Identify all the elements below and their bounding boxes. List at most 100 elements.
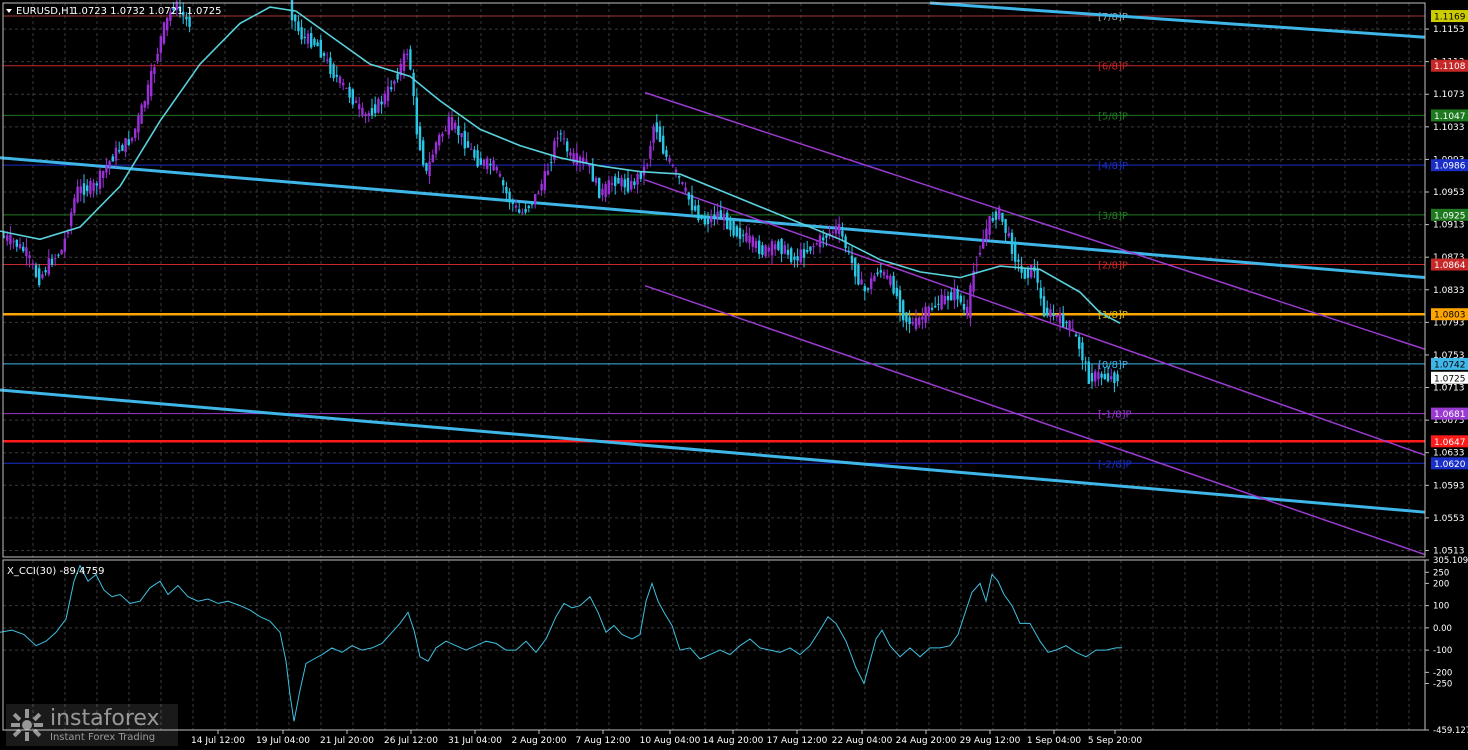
candle-body <box>380 101 383 105</box>
level-price-tag-text: 1.1047 <box>1434 112 1466 122</box>
candle-body <box>937 303 940 305</box>
candle-body <box>658 126 662 142</box>
candle-body <box>860 279 863 285</box>
candle-body <box>876 272 879 275</box>
candle-body <box>991 217 994 222</box>
time-tick-label: 29 Aug 12:00 <box>960 736 1021 746</box>
candle-body <box>559 133 562 135</box>
candle-body <box>729 218 732 231</box>
candle-body <box>847 250 850 252</box>
candle-body <box>300 27 303 40</box>
candle-body <box>367 112 370 117</box>
candle-body <box>978 252 982 255</box>
candle-body <box>982 239 985 249</box>
candle-body <box>927 306 930 317</box>
level-label: [3/8]P <box>1098 211 1128 222</box>
candle-body <box>15 239 18 247</box>
time-tick-label: 31 Jul 04:00 <box>448 736 502 746</box>
candle-body <box>969 285 972 318</box>
candle-body <box>662 135 665 154</box>
candle-body <box>889 275 892 285</box>
time-tick-label: 5 Sep 20:00 <box>1088 736 1143 746</box>
candle-body <box>361 107 364 116</box>
candle-body <box>870 278 873 290</box>
candle-body <box>985 228 988 240</box>
time-tick-label: 1 Sep 04:00 <box>1027 736 1082 746</box>
candle-body <box>681 182 684 185</box>
cci-tick-label: 0.00 <box>1433 624 1452 634</box>
candle-body <box>1081 342 1084 361</box>
candle-body <box>393 80 396 85</box>
candle-body <box>153 67 156 75</box>
candle-body <box>358 104 361 110</box>
candle-body <box>556 137 559 139</box>
current-price-tag-text: 1.0725 <box>1434 374 1466 384</box>
time-tick-label: 10 Aug 04:00 <box>640 736 701 746</box>
level-price-tag-text: 1.0864 <box>1434 261 1466 271</box>
cci-tick-label: -200 <box>1433 668 1452 678</box>
candle-body <box>1116 374 1119 382</box>
candle-body <box>118 150 121 152</box>
candle-body <box>130 137 134 141</box>
candle-body <box>1068 320 1071 329</box>
candle-body <box>614 176 617 186</box>
candle-body <box>956 289 959 300</box>
candle-body <box>386 86 390 102</box>
candle-body <box>18 244 22 249</box>
candle-body <box>102 171 105 178</box>
candle-body <box>457 125 460 135</box>
candle-body <box>124 138 127 152</box>
candle-body <box>998 207 1001 220</box>
candle-body <box>550 162 553 164</box>
candle-body <box>834 225 838 234</box>
candle-body <box>354 100 358 103</box>
candle-body <box>422 140 425 165</box>
candle-body <box>716 211 719 217</box>
candle-body <box>710 215 713 223</box>
candle-body <box>28 255 31 259</box>
candle-body <box>514 205 518 208</box>
symbol-label: EURUSD,H1 <box>16 6 75 17</box>
candle-body <box>911 321 914 324</box>
candle-body <box>966 306 969 316</box>
level-price-tag-text: 1.0742 <box>1434 360 1466 370</box>
candle-body <box>946 295 950 301</box>
candle-body <box>50 258 54 265</box>
candle-body <box>783 245 786 254</box>
candle-body <box>924 306 927 323</box>
candle-body <box>342 82 345 86</box>
candle-body <box>761 245 764 255</box>
candle-body <box>591 164 594 182</box>
candle-body <box>12 240 15 242</box>
candle-body <box>345 87 348 89</box>
candle-body <box>886 275 889 279</box>
candle-body <box>796 256 799 261</box>
candle-body <box>303 36 306 38</box>
watermark-tagline: Instant Forex Trading <box>50 732 156 743</box>
candle-body <box>697 205 700 221</box>
level-price-tag-text: 1.1108 <box>1434 62 1466 72</box>
candle-body <box>82 183 86 195</box>
candle-body <box>76 186 79 203</box>
candle-body <box>537 193 540 195</box>
price-tick-label: 1.0593 <box>1433 481 1465 491</box>
candle-body <box>508 191 511 203</box>
candle-body <box>338 76 342 84</box>
candle-body <box>572 153 575 164</box>
candle-body <box>434 142 438 154</box>
candle-body <box>918 317 921 326</box>
candle-body <box>6 235 9 241</box>
cci-tick-label: -250 <box>1433 679 1452 689</box>
candle-body <box>505 186 508 194</box>
candle-body <box>790 248 793 263</box>
time-tick-label: 26 Jul 12:00 <box>384 736 438 746</box>
candle-body <box>655 122 658 133</box>
candle-body <box>44 270 47 273</box>
price-tick-label: 1.0833 <box>1433 286 1465 296</box>
candle-body <box>1062 313 1065 327</box>
candle-body <box>438 134 441 146</box>
level-price-tag-text: 1.0986 <box>1434 162 1466 172</box>
candle-body <box>914 317 918 329</box>
candle-body <box>882 271 886 276</box>
candle-body <box>1049 309 1052 317</box>
